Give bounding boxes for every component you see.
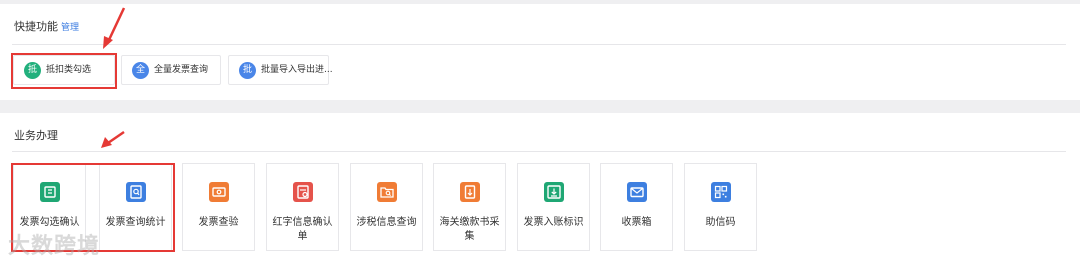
watermark: 大数跨境	[8, 234, 101, 259]
arrow-icon	[103, 7, 126, 49]
arrow-icon	[101, 130, 125, 148]
annotation-arrows	[101, 7, 126, 148]
